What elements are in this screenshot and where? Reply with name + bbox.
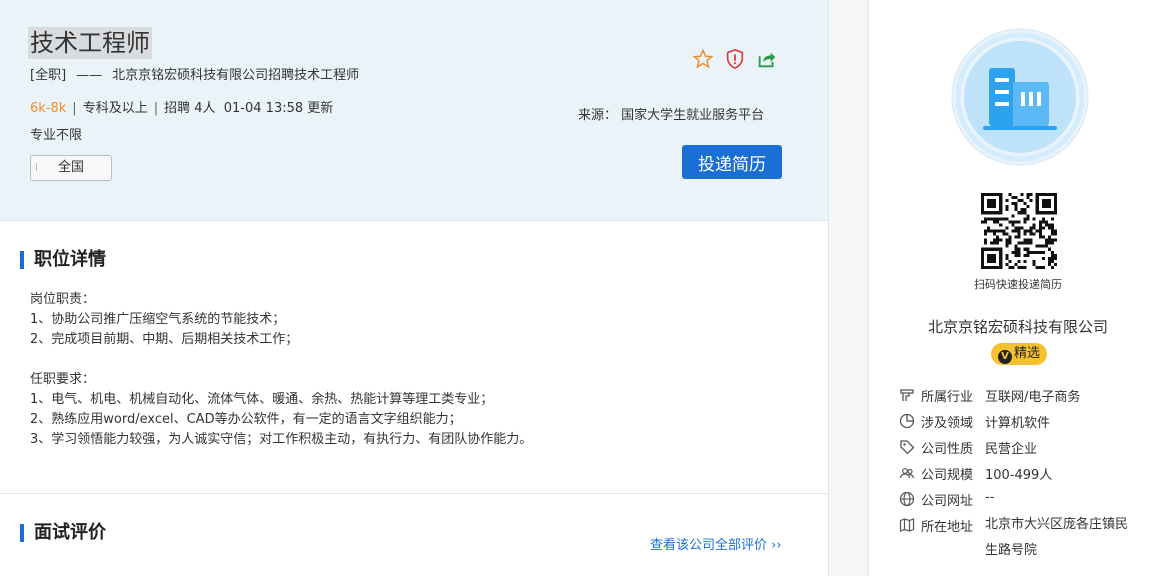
- share-icon[interactable]: [756, 48, 778, 70]
- tag-icon: [899, 439, 915, 455]
- badge-label: 精选: [1013, 346, 1040, 361]
- company-info-field: 涉及领域 计算机软件: [899, 412, 1050, 431]
- info-label: 所在地址: [921, 520, 974, 535]
- v-badge-icon: V: [997, 350, 1012, 364]
- subtitle-dash: ——: [76, 68, 103, 83]
- info-value: 计算机软件: [985, 416, 1051, 431]
- map-icon: [899, 517, 915, 533]
- pie-chart-icon: [899, 413, 915, 429]
- job-type: [全职]: [30, 68, 67, 83]
- people-icon: [899, 465, 915, 481]
- job-title: 技术工程师: [28, 27, 152, 59]
- info-label: 涉及领域: [921, 416, 974, 431]
- reviews-heading: 面试评价: [20, 524, 106, 542]
- star-icon[interactable]: [692, 48, 714, 70]
- info-label: 公司规模: [921, 468, 974, 483]
- info-value: 互联网/电子商务: [985, 390, 1081, 405]
- job-header: 技术工程师 [全职] —— 北京京铭宏硕科技有限公司招聘技术工程师 6k-8k | 专科…: [0, 0, 828, 221]
- job-source: 来源： 国家大学生就业服务平台: [578, 108, 765, 123]
- job-description: 岗位职责： 1、协助公司推广压缩空气系统的节能技术； 2、完成项目前期、中期、后…: [30, 292, 533, 447]
- updated-time: 01-04 13:58 更新: [223, 101, 334, 116]
- company-info-industry: 所属行业 互联网/电子商务: [899, 386, 1080, 405]
- hiring-count: 招聘 4人: [164, 101, 216, 116]
- info-label: 公司性质: [921, 442, 974, 457]
- job-company-link[interactable]: 北京京铭宏硕科技有限公司招聘技术工程师: [112, 68, 359, 83]
- details-heading: 职位详情: [20, 251, 106, 269]
- salary: 6k-8k: [30, 101, 67, 116]
- info-value: 北京市大兴区庞各庄镇民生路号院: [985, 517, 1129, 558]
- job-subtitle: [全职] —— 北京京铭宏硕科技有限公司招聘技术工程师: [30, 64, 359, 83]
- separator: |: [153, 101, 159, 116]
- company-logo[interactable]: [951, 28, 1089, 166]
- company-info-nature: 公司性质 民营企业: [899, 438, 1037, 457]
- industry-icon: [899, 387, 915, 403]
- location-tag: 全国: [30, 155, 112, 181]
- job-actions: [692, 48, 778, 70]
- job-main-panel: 技术工程师 [全职] —— 北京京铭宏硕科技有限公司招聘技术工程师 6k-8k | 专科…: [0, 0, 829, 576]
- featured-badge: V 精选: [991, 343, 1047, 365]
- company-sidebar: 扫码快速投递简历 北京京铭宏硕科技有限公司 V 精选 所属行业 互联网/电子商务 …: [868, 0, 1166, 576]
- info-label: 所属行业: [921, 390, 974, 405]
- company-name[interactable]: 北京京铭宏硕科技有限公司: [869, 316, 1166, 337]
- info-value[interactable]: --: [985, 490, 994, 505]
- info-label: 公司网址: [921, 494, 974, 509]
- all-reviews-link[interactable]: 查看该公司全部评价 ››: [650, 534, 782, 553]
- company-info-website: 公司网址 --: [899, 490, 994, 509]
- major-requirement: 专业不限: [30, 128, 83, 143]
- shield-icon[interactable]: [724, 48, 746, 70]
- separator: |: [72, 101, 77, 116]
- qr-caption: 扫码快速投递简历: [974, 278, 1062, 291]
- info-value: 民营企业: [985, 442, 1038, 457]
- globe-icon: [899, 491, 915, 507]
- info-value: 100-499人: [985, 468, 1053, 483]
- section-divider: [0, 493, 828, 494]
- job-meta: 6k-8k | 专科及以上 | 招聘 4人 01-04 13:58 更新: [30, 97, 333, 116]
- qr-code: [981, 193, 1057, 269]
- apply-button[interactable]: 投递简历: [682, 145, 782, 179]
- education: 专科及以上: [82, 101, 148, 116]
- company-info-address: 所在地址 北京市大兴区庞各庄镇民生路号院: [899, 516, 1135, 564]
- company-info-size: 公司规模 100-499人: [899, 464, 1052, 483]
